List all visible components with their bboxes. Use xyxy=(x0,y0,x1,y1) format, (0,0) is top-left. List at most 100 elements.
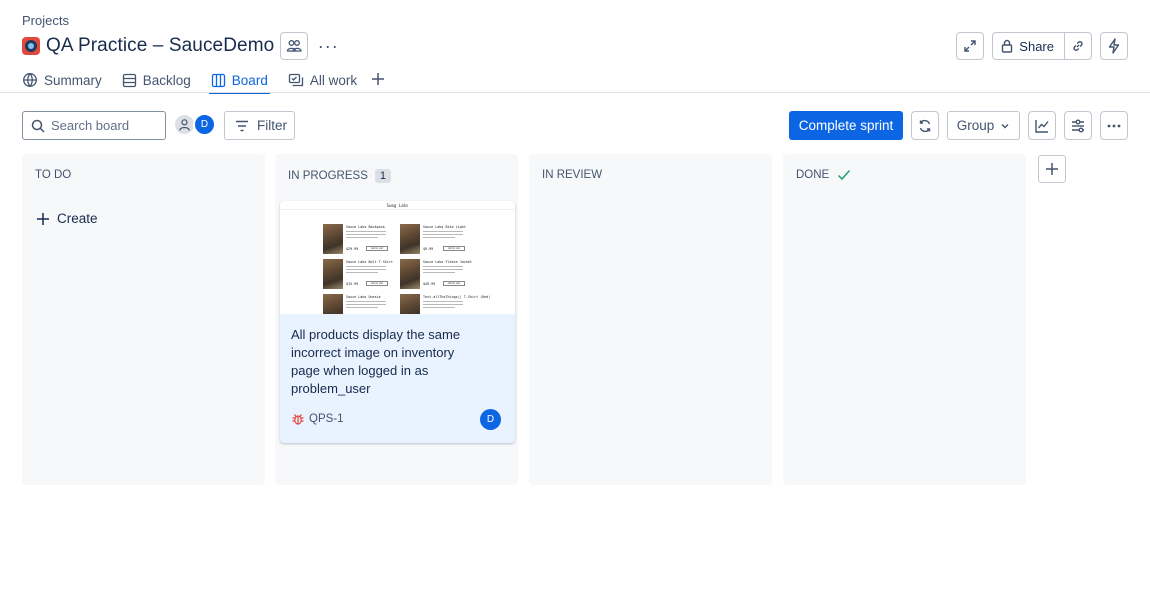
filter-button[interactable]: Filter xyxy=(224,111,295,140)
insights-button[interactable] xyxy=(1028,111,1056,140)
product-price: $49.99 xyxy=(423,282,436,286)
column-done: DONE xyxy=(783,154,1026,485)
tab-all-work[interactable]: All work xyxy=(288,68,357,92)
text-line xyxy=(423,307,455,308)
plus-icon xyxy=(372,73,385,85)
column-title: DONE xyxy=(796,169,830,181)
bug-icon xyxy=(292,414,304,425)
column-title: IN PROGRESS xyxy=(288,170,368,182)
avatar-group: D xyxy=(173,113,216,136)
tab-backlog[interactable]: Backlog xyxy=(122,68,191,92)
text-line xyxy=(346,237,378,238)
assignee-avatar[interactable]: D xyxy=(480,409,501,430)
breadcrumb[interactable]: Projects xyxy=(22,13,69,28)
product-image xyxy=(400,294,420,314)
text-line xyxy=(423,231,463,232)
add-to-cart-button: Add to cart xyxy=(443,246,465,251)
add-column-button[interactable] xyxy=(1038,155,1066,183)
issue-card[interactable]: Swag Labs Sauce Labs Backpack $29.99 Add… xyxy=(280,201,515,443)
share-group: Share xyxy=(992,32,1092,60)
attachment-thumbnail: Swag Labs Sauce Labs Backpack $29.99 Add… xyxy=(280,201,515,314)
group-dropdown[interactable]: Group xyxy=(947,111,1020,140)
tab-label: Summary xyxy=(44,72,102,88)
create-issue-button[interactable]: Create xyxy=(36,211,98,226)
team-button[interactable] xyxy=(280,32,309,60)
automation-button[interactable] xyxy=(1100,32,1128,60)
thumbnail-product: Sauce Labs Backpack $29.99 Add to cart xyxy=(323,224,393,254)
sliders-icon xyxy=(1072,119,1084,132)
add-to-cart-button: Add to cart xyxy=(443,281,465,286)
tab-label: Board xyxy=(231,72,268,88)
product-name: Sauce Labs Onesie xyxy=(346,295,381,299)
product-price: $29.99 xyxy=(346,247,359,251)
product-image xyxy=(323,224,343,254)
thumbnail-product: Sauce Labs Bike Light $9.99 Add to cart xyxy=(400,224,470,254)
product-image xyxy=(323,294,343,314)
people-icon xyxy=(287,40,302,52)
filter-label: Filter xyxy=(257,118,287,133)
refresh-icon xyxy=(919,119,931,132)
sprint-options-button[interactable] xyxy=(911,111,939,140)
thumbnail-product: Sauce Labs Fleece Jacket $49.99 Add to c… xyxy=(400,259,472,289)
tab-label: Backlog xyxy=(142,72,191,88)
product-price: $9.99 xyxy=(423,247,434,251)
plus-icon xyxy=(37,212,49,225)
link-icon xyxy=(1073,41,1083,51)
column-todo: TO DO Create xyxy=(22,154,265,485)
board-icon xyxy=(211,73,225,87)
text-line xyxy=(423,234,463,235)
text-line xyxy=(346,231,386,232)
chevron-down-icon xyxy=(1001,123,1009,128)
search-board[interactable] xyxy=(22,111,166,140)
issue-key[interactable]: QPS-1 xyxy=(309,413,344,425)
lightning-icon xyxy=(1108,38,1120,54)
chart-line-icon xyxy=(1035,119,1049,133)
tab-summary[interactable]: Summary xyxy=(22,68,102,92)
column-in-review: IN REVIEW xyxy=(529,154,772,485)
column-title: IN REVIEW xyxy=(542,169,603,181)
create-label: Create xyxy=(57,211,98,226)
person-icon xyxy=(179,119,190,131)
product-name: Sauce Labs Fleece Jacket xyxy=(423,260,472,264)
product-image xyxy=(323,259,343,289)
thumbnail-app-title: Swag Labs xyxy=(280,201,515,210)
fullscreen-button[interactable] xyxy=(956,32,985,60)
search-input[interactable] xyxy=(51,118,151,133)
thumbnail-subheader xyxy=(282,212,513,217)
view-settings-button[interactable] xyxy=(1064,111,1092,140)
issue-meta: QPS-1 xyxy=(291,412,344,426)
issue-count-badge: 1 xyxy=(374,169,392,183)
complete-sprint-button[interactable]: Complete sprint xyxy=(789,111,903,140)
share-button[interactable]: Share xyxy=(992,32,1064,60)
text-line xyxy=(423,304,463,305)
backlog-icon xyxy=(122,73,136,87)
thumbnail-product: Test.allTheThings() T-Shirt (Red) xyxy=(400,294,490,314)
tab-board[interactable]: Board xyxy=(208,68,270,94)
board-more-button[interactable] xyxy=(1100,111,1128,140)
title-row: QA Practice – SauceDemo ··· xyxy=(22,32,342,60)
issue-summary: All products display the same incorrect … xyxy=(291,327,461,396)
project-avatar-icon xyxy=(22,37,40,55)
expand-icon xyxy=(964,40,976,52)
text-line xyxy=(346,269,386,270)
product-name: Sauce Labs Bolt T-Shirt xyxy=(346,260,393,264)
thumbnail-product: Sauce Labs Onesie xyxy=(323,294,393,314)
text-line xyxy=(346,304,386,305)
add-tab-button[interactable] xyxy=(371,71,385,89)
column-header: DONE xyxy=(796,169,851,181)
more-actions-button[interactable]: ··· xyxy=(314,32,342,60)
product-price: $15.99 xyxy=(346,282,359,286)
text-line xyxy=(423,237,455,238)
avatar[interactable]: D xyxy=(193,113,216,136)
copy-link-button[interactable] xyxy=(1064,32,1092,60)
page-title: QA Practice – SauceDemo xyxy=(46,35,275,56)
product-image xyxy=(400,224,420,254)
text-line xyxy=(423,266,463,267)
product-name: Sauce Labs Bike Light xyxy=(423,225,466,229)
header-actions: Share xyxy=(956,32,1128,60)
group-label: Group xyxy=(956,118,995,133)
board-actions: Complete sprint Group xyxy=(789,111,1128,140)
text-line xyxy=(346,266,386,267)
text-line xyxy=(423,269,463,270)
text-line xyxy=(423,301,463,302)
